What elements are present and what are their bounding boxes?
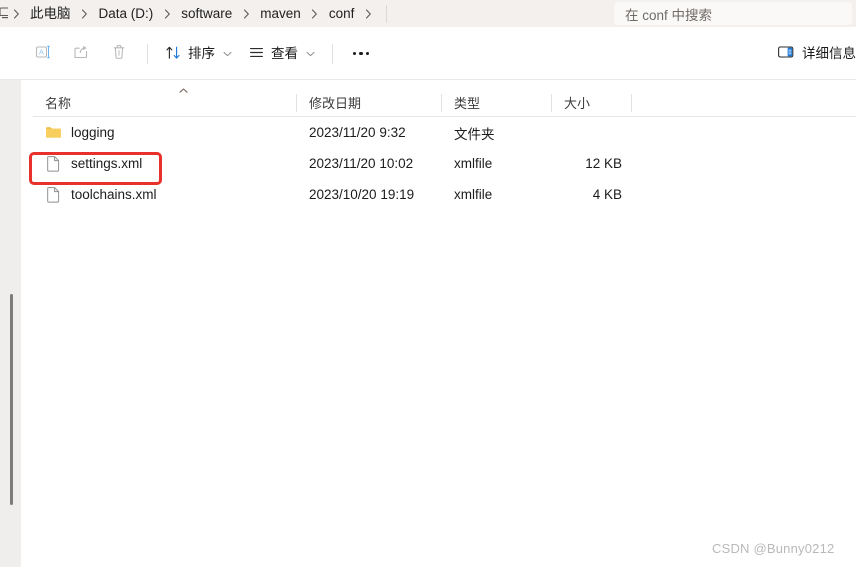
file-date-cell: 2023/10/20 19:19 — [309, 187, 415, 202]
breadcrumb-chevron[interactable] — [159, 4, 175, 24]
trash-icon — [110, 43, 128, 64]
watermark: CSDN @Bunny0212 — [712, 541, 835, 556]
chevron-down-icon — [306, 51, 315, 57]
search-placeholder: 在 conf 中搜索 — [625, 7, 713, 23]
file-name-cell[interactable]: settings.xml — [33, 148, 297, 179]
breadcrumb-chevron[interactable] — [307, 4, 323, 24]
file-date-cell: 2023/11/20 9:32 — [309, 125, 406, 140]
file-icon — [45, 186, 62, 203]
toolbar-divider — [147, 43, 148, 64]
breadcrumb-item-maven[interactable]: maven — [254, 3, 307, 25]
file-name-cell[interactable]: toolchains.xml — [33, 179, 297, 210]
file-name-cell[interactable]: logging — [33, 117, 297, 148]
more-options-button[interactable] — [342, 38, 380, 70]
breadcrumb-item-software[interactable]: software — [175, 3, 238, 25]
details-pane-button[interactable]: 详细信息 — [769, 38, 856, 70]
navigation-pane — [0, 80, 21, 567]
file-type-cell: xmlfile — [454, 187, 493, 202]
folder-icon — [45, 124, 62, 141]
column-header-size[interactable]: 大小 — [552, 89, 632, 117]
sort-arrows-icon — [165, 44, 182, 64]
view-label: 查看 — [271, 45, 298, 61]
share-icon — [72, 43, 90, 64]
file-list-pane: 名称 修改日期 类型 大小 logging 2023/11/20 9:32 文件… — [21, 80, 856, 567]
column-header-date[interactable]: 修改日期 — [297, 89, 442, 117]
file-explorer-window: 此电脑 Data (D:) software maven conf 在 conf… — [0, 0, 856, 567]
navigation-pane-scrollbar[interactable] — [10, 294, 13, 505]
address-bar: 此电脑 Data (D:) software maven conf 在 conf… — [0, 0, 856, 27]
search-input[interactable]: 在 conf 中搜索 — [614, 2, 852, 25]
column-header-date-label: 修改日期 — [309, 96, 362, 111]
ellipsis-icon — [352, 51, 370, 56]
breadcrumb-chevron — [8, 4, 24, 24]
details-pane-icon — [777, 44, 795, 63]
breadcrumb-chevron[interactable] — [238, 4, 254, 24]
view-button[interactable]: 查看 — [240, 38, 323, 70]
breadcrumb-item-data-d[interactable]: Data (D:) — [93, 3, 160, 25]
file-icon — [45, 155, 62, 172]
file-size-cell — [552, 117, 632, 148]
breadcrumb-item-conf[interactable]: conf — [323, 3, 361, 25]
file-type-cell: xmlfile — [454, 156, 493, 171]
rename-button[interactable]: A — [24, 38, 62, 70]
sort-button[interactable]: 排序 — [157, 38, 240, 70]
column-headers: 名称 修改日期 类型 大小 — [33, 87, 856, 117]
column-header-type-label: 类型 — [454, 96, 481, 111]
breadcrumb: 此电脑 Data (D:) software maven conf — [0, 0, 391, 27]
file-name-label: toolchains.xml — [71, 187, 157, 202]
this-pc-icon — [0, 0, 8, 27]
column-header-name[interactable]: 名称 — [33, 87, 297, 117]
column-header-type[interactable]: 类型 — [442, 89, 552, 117]
chevron-down-icon — [223, 51, 232, 57]
svg-text:A: A — [39, 48, 44, 57]
list-lines-icon — [248, 44, 265, 64]
file-name-label: logging — [71, 125, 115, 140]
toolbar-divider — [332, 43, 333, 64]
column-header-size-label: 大小 — [564, 96, 591, 111]
table-row[interactable]: logging 2023/11/20 9:32 文件夹 — [33, 117, 856, 148]
file-list: logging 2023/11/20 9:32 文件夹 settings.xml — [33, 117, 856, 210]
table-row[interactable]: settings.xml 2023/11/20 10:02 xmlfile 12… — [33, 148, 856, 179]
file-size-cell: 4 KB — [592, 187, 622, 202]
file-date-cell: 2023/11/20 10:02 — [309, 156, 414, 171]
delete-button[interactable] — [100, 38, 138, 70]
breadcrumb-item-this-pc[interactable]: 此电脑 — [24, 3, 77, 25]
details-pane-label: 详细信息 — [802, 45, 856, 61]
table-row[interactable]: toolchains.xml 2023/10/20 19:19 xmlfile … — [33, 179, 856, 210]
file-type-cell: 文件夹 — [454, 126, 495, 142]
sort-ascending-icon — [179, 87, 188, 93]
address-divider — [386, 4, 388, 23]
share-button[interactable] — [62, 38, 100, 70]
breadcrumb-chevron[interactable] — [360, 4, 376, 24]
sort-label: 排序 — [188, 45, 215, 61]
rename-icon: A — [34, 43, 52, 64]
column-header-blank — [632, 89, 672, 117]
command-bar: A 排序 查看 详细信息 — [0, 27, 856, 80]
breadcrumb-chevron[interactable] — [77, 4, 93, 24]
file-name-label: settings.xml — [71, 156, 143, 171]
column-header-name-label: 名称 — [45, 96, 72, 111]
file-size-cell: 12 KB — [585, 156, 622, 171]
